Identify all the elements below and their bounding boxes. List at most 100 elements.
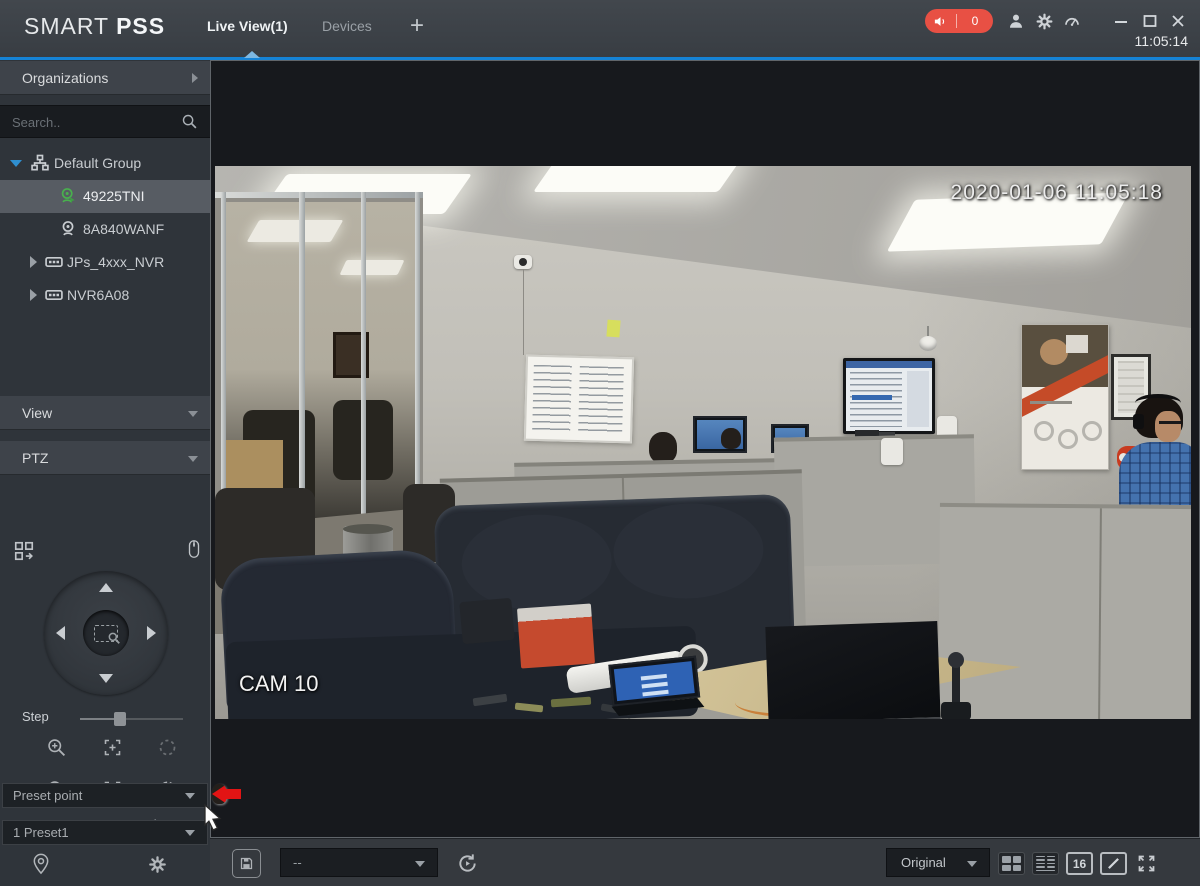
tree-group-label: Default Group	[54, 155, 142, 171]
alarm-button[interactable]: 0	[925, 9, 993, 33]
stroke-pen-icon	[1108, 858, 1119, 869]
ptz-down-arrow[interactable]	[99, 674, 113, 683]
ptz-dpad	[44, 571, 168, 695]
sticky-note	[606, 319, 621, 338]
whiteboard	[523, 354, 635, 444]
user-button[interactable]	[1005, 10, 1027, 32]
video-osd-camera-label: CAM 10	[239, 671, 319, 696]
preset-value-label: 1 Preset1	[13, 825, 69, 840]
ceiling-light	[533, 166, 742, 192]
whiteboard-writing	[532, 364, 572, 432]
ptz-up-arrow[interactable]	[99, 583, 113, 592]
glass-frame	[299, 192, 305, 524]
tree-group-default[interactable]: Default Group	[0, 147, 210, 180]
grid-16-button[interactable]: 16	[1066, 852, 1093, 875]
maximize-button[interactable]	[1139, 10, 1161, 32]
preset-gear-icon	[148, 855, 166, 873]
title-bar: SMART PSS Live View(1) Devices + 0 11:05…	[0, 0, 1200, 57]
background-worker	[649, 432, 677, 463]
chevron-down-icon	[188, 411, 198, 417]
slider-thumb[interactable]	[114, 712, 126, 726]
maximize-icon	[1143, 15, 1157, 27]
organizations-header[interactable]: Organizations	[0, 61, 210, 95]
speaker-icon	[934, 16, 945, 26]
minimize-button[interactable]	[1110, 10, 1132, 32]
ceiling-camera	[919, 326, 937, 356]
tree-item-label: 49225TNI	[83, 188, 145, 204]
camera-video-scene	[215, 166, 1191, 719]
search-input[interactable]	[10, 110, 174, 134]
gauge-icon	[1065, 17, 1079, 26]
nvr-icon	[45, 257, 63, 267]
step-label: Step	[22, 709, 49, 724]
save-view-button[interactable]	[232, 849, 261, 878]
settings-button[interactable]	[1033, 10, 1055, 32]
stroke-pen-button[interactable]	[1100, 852, 1127, 875]
ptz-panel: Step More Functions	[0, 477, 210, 837]
glass-frame	[361, 192, 366, 524]
add-tab-button[interactable]: +	[410, 12, 424, 40]
tree-item-camera[interactable]: 8A840WANF	[0, 213, 210, 246]
ptz-right-arrow[interactable]	[147, 626, 156, 640]
video-tile[interactable]: 2020-01-06 11:05:18 CAM 10	[210, 60, 1200, 838]
tree-item-nvr[interactable]: JPs_4xxx_NVR	[0, 246, 210, 279]
ptz-section-header[interactable]: PTZ	[0, 441, 210, 475]
preset-settings-button[interactable]	[144, 851, 170, 877]
expander-closed-icon[interactable]	[30, 256, 37, 268]
interior-light	[339, 260, 405, 275]
zoom-in-icon	[47, 738, 65, 756]
chevron-down-icon	[188, 456, 198, 462]
preset-point-label: Preset point	[13, 788, 83, 803]
mouse-control-button[interactable]	[182, 537, 206, 561]
iris-open-button[interactable]	[155, 735, 179, 759]
layout-switch-button[interactable]	[12, 539, 36, 563]
focus-plus-button[interactable]	[100, 735, 124, 759]
scale-value: Original	[901, 855, 946, 870]
grid-9-button[interactable]	[1032, 852, 1059, 875]
app-logo: SMART PSS	[24, 13, 166, 39]
cubicle-partition-right	[938, 502, 1191, 719]
chevron-down-icon	[185, 830, 195, 836]
view-section-header[interactable]: View	[0, 396, 210, 430]
chevron-down-icon	[185, 793, 195, 799]
fullscreen-icon	[1138, 855, 1155, 872]
expander-open-icon[interactable]	[10, 160, 22, 167]
zoom-to-area-icon	[94, 624, 120, 644]
alarm-count-badge: 0	[971, 14, 979, 28]
view-label: View	[22, 405, 53, 421]
tab-devices[interactable]: Devices	[322, 18, 372, 34]
chevron-down-icon	[415, 861, 425, 867]
fullscreen-button[interactable]	[1134, 851, 1159, 876]
refresh-icon	[458, 853, 476, 872]
wall-tv	[843, 358, 935, 434]
zoom-to-area-button[interactable]	[83, 610, 129, 656]
layout-switch-icon	[14, 541, 34, 561]
gear-icon	[1036, 13, 1052, 29]
preset-point-dropdown[interactable]: Preset point	[2, 783, 208, 808]
zoom-in-button[interactable]	[44, 735, 68, 759]
performance-button[interactable]	[1061, 10, 1083, 32]
close-button[interactable]	[1167, 10, 1189, 32]
location-pin-icon	[33, 853, 49, 875]
grid-4-button[interactable]	[998, 852, 1025, 875]
scale-mode-dropdown[interactable]: Original	[886, 848, 990, 877]
stream-select-dropdown[interactable]: --	[280, 848, 438, 877]
search-icon[interactable]	[181, 113, 198, 130]
refresh-button[interactable]	[454, 850, 480, 876]
expander-closed-icon[interactable]	[30, 289, 37, 301]
preset-value-dropdown[interactable]: 1 Preset1	[2, 820, 208, 845]
tree-item-nvr[interactable]: NVR6A08	[0, 279, 210, 312]
close-icon	[1172, 15, 1184, 27]
tree-item-label: JPs_4xxx_NVR	[67, 254, 165, 270]
tab-live-view[interactable]: Live View(1)	[207, 18, 288, 34]
whiteboard-writing	[578, 366, 624, 434]
paper-roll	[881, 438, 903, 465]
goto-preset-button[interactable]	[28, 851, 54, 877]
wall-poster	[1021, 324, 1109, 470]
ptz-left-arrow[interactable]	[56, 626, 65, 640]
save-view-icon	[240, 857, 253, 870]
tree-item-camera-selected[interactable]: 49225TNI	[0, 180, 210, 213]
step-slider[interactable]	[80, 712, 183, 726]
video-osd-timestamp: 2020-01-06 11:05:18	[950, 181, 1163, 204]
system-clock: 11:05:14	[1134, 33, 1188, 49]
